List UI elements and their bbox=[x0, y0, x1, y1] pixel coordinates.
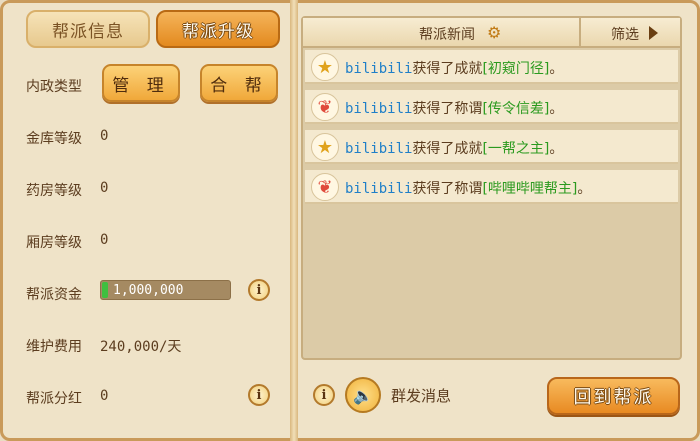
vault-level-label: 金库等级 bbox=[26, 131, 82, 147]
funds-bar-fill bbox=[102, 282, 108, 298]
news-verb: 获得了称谓 bbox=[412, 181, 483, 197]
news-item: ★ bilibili获得了成就[初窥门径]。 bbox=[305, 50, 678, 84]
news-end: 。 bbox=[577, 181, 592, 197]
filter-button[interactable]: 筛选 bbox=[611, 24, 639, 44]
news-player-name[interactable]: bilibili bbox=[345, 61, 412, 77]
dividend-row: 帮派分红 0 bbox=[26, 388, 108, 408]
news-text: bilibili获得了成就[初窥门径]。 bbox=[345, 58, 563, 78]
speaker-icon[interactable]: 🔈 bbox=[345, 377, 381, 413]
wing-room-level-value: 0 bbox=[100, 232, 109, 248]
message-info-icon[interactable]: i bbox=[313, 384, 335, 406]
news-player-name[interactable]: bilibili bbox=[345, 101, 412, 117]
news-verb: 获得了成就 bbox=[412, 61, 483, 77]
news-header: 帮派新闻 ⚙ 筛选 bbox=[303, 18, 680, 48]
upkeep-value: 240,000/天 bbox=[100, 339, 182, 355]
news-highlight: [初窥门径] bbox=[482, 61, 550, 77]
dividend-info-icon[interactable]: i bbox=[248, 384, 270, 406]
news-text: bilibili获得了称谓[哔哩哔哩帮主]。 bbox=[345, 178, 591, 198]
upkeep-label: 维护费用 bbox=[26, 339, 82, 355]
internal-type-label: 内政类型 bbox=[26, 79, 82, 95]
news-text: bilibili获得了成就[一帮之主]。 bbox=[345, 138, 563, 158]
tab-guild-info[interactable]: 帮派信息 bbox=[26, 10, 150, 48]
pharmacy-level-label: 药房等级 bbox=[26, 183, 82, 199]
manage-button[interactable]: 管 理 bbox=[102, 64, 180, 102]
star-badge-icon: ★ bbox=[311, 133, 339, 161]
news-end: 。 bbox=[549, 61, 564, 77]
news-player-name[interactable]: bilibili bbox=[345, 181, 412, 197]
bottom-bar: i 🔈 群发消息 回到帮派 bbox=[301, 368, 691, 428]
news-end: 。 bbox=[549, 141, 564, 157]
merge-guild-button[interactable]: 合 帮 bbox=[200, 64, 278, 102]
funds-value: 1,000,000 bbox=[113, 283, 184, 298]
pharmacy-level-row: 药房等级 0 bbox=[26, 180, 108, 200]
play-arrow-icon[interactable] bbox=[649, 26, 658, 40]
group-message-label[interactable]: 群发消息 bbox=[391, 385, 451, 406]
wing-room-level-label: 厢房等级 bbox=[26, 235, 82, 251]
info-glyph: i bbox=[256, 387, 262, 403]
gear-icon[interactable]: ⚙ bbox=[487, 23, 501, 42]
dividend-label: 帮派分红 bbox=[26, 391, 82, 407]
wing-badge-icon: ❦ bbox=[311, 173, 339, 201]
return-to-guild-button[interactable]: 回到帮派 bbox=[547, 377, 680, 415]
news-highlight: [传令信差] bbox=[482, 101, 550, 117]
guild-news-panel: 帮派新闻 ⚙ 筛选 ★ bilibili获得了成就[初窥门径]。 ❦ bilib… bbox=[301, 16, 682, 360]
upkeep-row: 维护费用 240,000/天 bbox=[26, 336, 181, 356]
news-item: ❦ bilibili获得了称谓[传令信差]。 bbox=[305, 90, 678, 124]
info-glyph: i bbox=[256, 282, 262, 298]
news-text: bilibili获得了称谓[传令信差]。 bbox=[345, 98, 563, 118]
info-glyph: i bbox=[321, 387, 327, 403]
news-highlight: [一帮之主] bbox=[482, 141, 550, 157]
news-player-name[interactable]: bilibili bbox=[345, 141, 412, 157]
news-verb: 获得了成就 bbox=[412, 141, 483, 157]
funds-bar: 1,000,000 bbox=[100, 280, 231, 300]
news-title: 帮派新闻 bbox=[419, 27, 475, 43]
header-separator bbox=[579, 18, 581, 46]
vault-level-row: 金库等级 0 bbox=[26, 128, 108, 148]
star-badge-icon: ★ bbox=[311, 53, 339, 81]
tab-guild-upgrade[interactable]: 帮派升级 bbox=[156, 10, 280, 48]
wing-badge-icon: ❦ bbox=[311, 93, 339, 121]
news-verb: 获得了称谓 bbox=[412, 101, 483, 117]
news-highlight: [哔哩哔哩帮主] bbox=[482, 181, 578, 197]
left-panel: 帮派信息 帮派升级 内政类型 管 理 合 帮 金库等级 0 药房等级 0 厢房等… bbox=[6, 0, 290, 441]
news-end: 。 bbox=[549, 101, 564, 117]
vault-level-value: 0 bbox=[100, 128, 109, 144]
funds-label: 帮派资金 bbox=[26, 287, 82, 303]
news-item: ❦ bilibili获得了称谓[哔哩哔哩帮主]。 bbox=[305, 170, 678, 204]
pharmacy-level-value: 0 bbox=[100, 180, 109, 196]
panel-divider bbox=[290, 0, 298, 441]
wing-room-level-row: 厢房等级 0 bbox=[26, 232, 108, 252]
funds-info-icon[interactable]: i bbox=[248, 279, 270, 301]
dividend-value: 0 bbox=[100, 388, 109, 404]
news-item: ★ bilibili获得了成就[一帮之主]。 bbox=[305, 130, 678, 164]
